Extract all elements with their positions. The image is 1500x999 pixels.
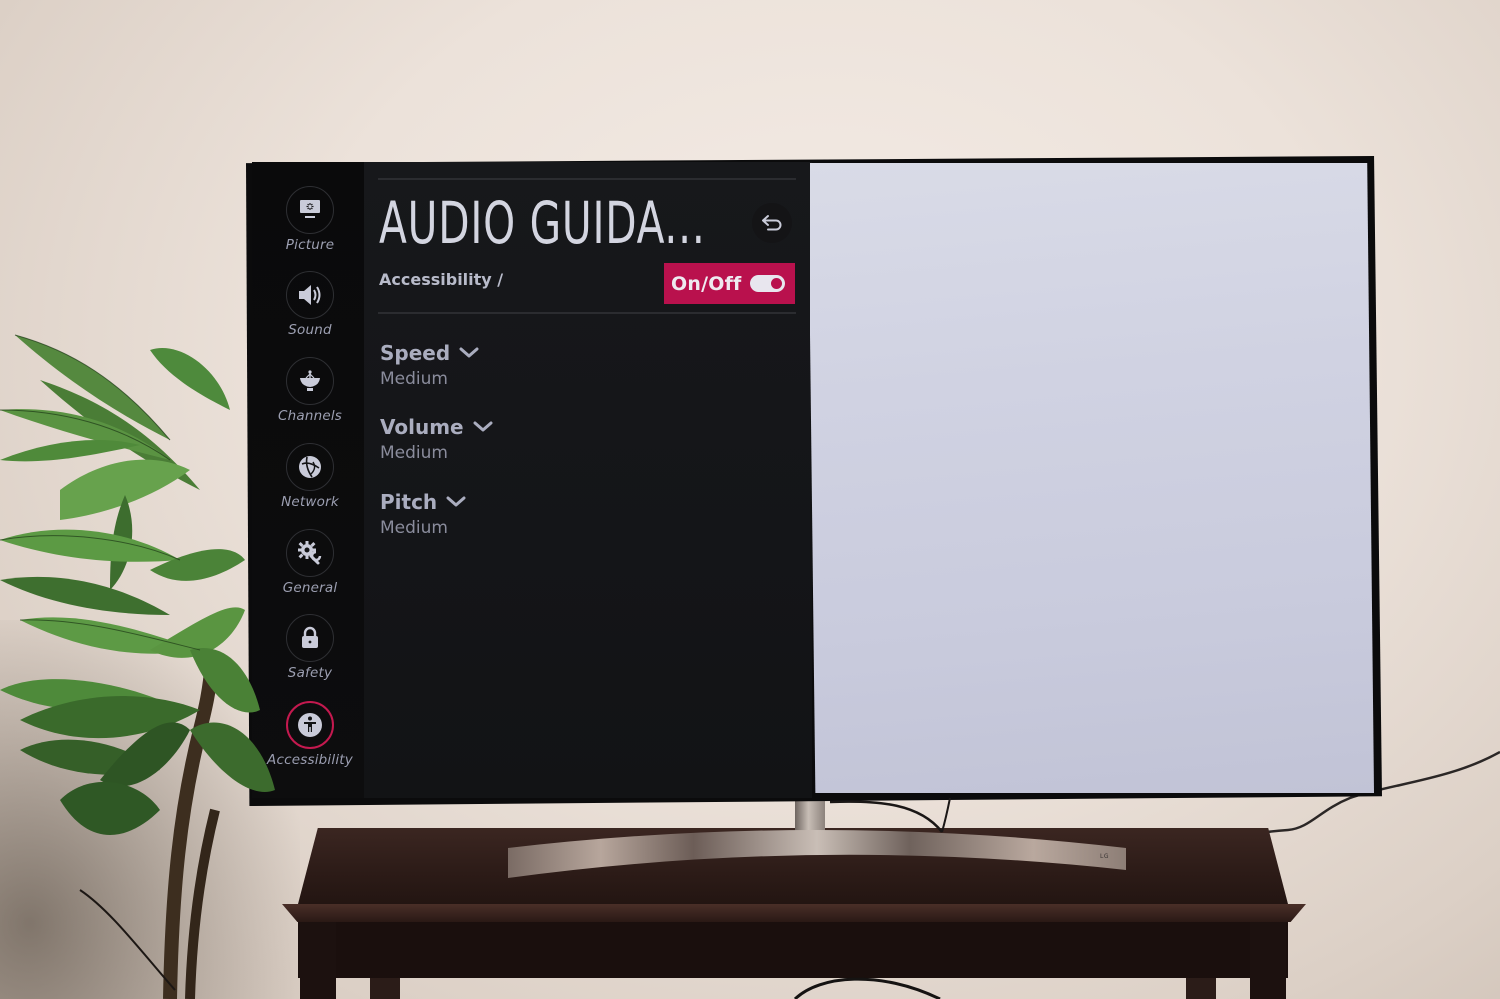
setting-name: Speed	[380, 341, 451, 365]
breadcrumb[interactable]: Accessibility /	[379, 270, 503, 289]
table-edge	[282, 904, 1306, 922]
on-off-toggle-button[interactable]: On/Off	[664, 263, 795, 304]
toggle-label: On/Off	[671, 272, 742, 295]
speaker-icon	[299, 285, 321, 305]
setting-pitch[interactable]: Pitch Medium	[380, 489, 466, 539]
chevron-down-icon	[446, 496, 466, 508]
sidebar-item-picture[interactable]: Picture	[270, 186, 350, 270]
divider	[378, 178, 796, 180]
floor-cable	[793, 977, 941, 999]
table-leg	[1186, 978, 1216, 999]
setting-name: Pitch	[380, 490, 438, 514]
table-leg	[300, 922, 336, 999]
divider	[378, 312, 796, 314]
page-title: AUDIO GUIDA...	[379, 189, 706, 257]
brand-logo: LG	[1100, 853, 1109, 860]
setting-value: Medium	[380, 443, 448, 463]
setting-speed[interactable]: Speed Medium	[380, 340, 479, 390]
screen-content-area	[808, 163, 1374, 793]
decorative-plant	[0, 334, 275, 999]
back-button[interactable]	[752, 203, 792, 243]
satellite-dish-icon	[300, 370, 320, 391]
chevron-down-icon	[459, 347, 479, 359]
accessibility-person-icon	[298, 713, 322, 737]
tv-cable	[830, 798, 951, 833]
toggle-knob	[770, 278, 782, 289]
toggle-switch[interactable]	[749, 275, 785, 292]
back-arrow-icon	[762, 215, 782, 231]
stand-base	[508, 830, 1126, 878]
setting-name: Volume	[380, 415, 464, 439]
setting-value: Medium	[380, 369, 448, 389]
setting-value: Medium	[380, 518, 448, 538]
globe-icon	[299, 456, 321, 478]
picture-icon	[300, 200, 320, 218]
gear-wrench-icon	[298, 541, 322, 565]
setting-volume[interactable]: Volume Medium	[380, 414, 493, 464]
chevron-down-icon	[473, 421, 493, 433]
table-leg	[1250, 922, 1286, 999]
sidebar-item-label: Picture	[285, 237, 335, 253]
table-leg	[370, 978, 400, 999]
lock-icon	[302, 626, 318, 648]
